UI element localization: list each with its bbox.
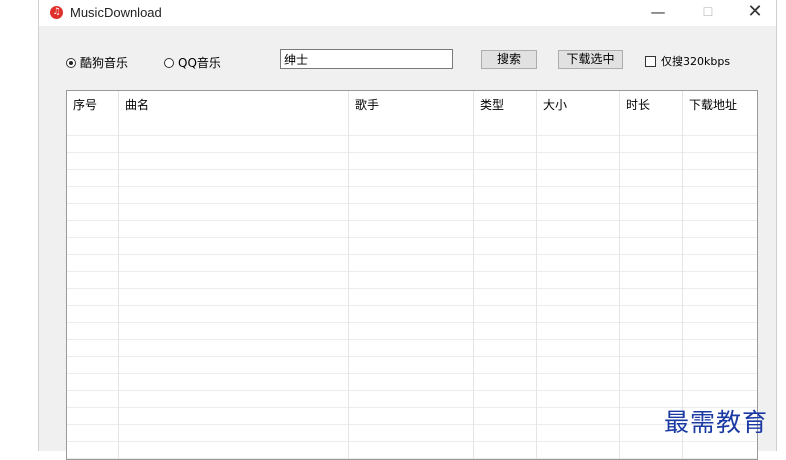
column-header-type[interactable]: 类型 — [474, 91, 537, 119]
column-header-size[interactable]: 大小 — [537, 91, 620, 119]
table-header: 序号 曲名 歌手 类型 大小 时长 下载地址 — [67, 91, 757, 119]
column-header-index[interactable]: 序号 — [67, 91, 119, 119]
kugou-radio[interactable]: 酷狗音乐 — [66, 54, 128, 71]
results-table[interactable]: 序号 曲名 歌手 类型 大小 时长 下载地址 — [66, 90, 758, 460]
radio-dot-icon — [66, 57, 76, 68]
maximize-button[interactable]: ☐ — [685, 0, 731, 26]
search-button[interactable]: 搜索 — [481, 50, 537, 69]
app-window: ♫ MusicDownload — ☐ ✕ 酷狗音乐 QQ音乐 搜索 下载选中 … — [38, 0, 777, 460]
close-button[interactable]: ✕ — [732, 0, 778, 26]
column-header-song[interactable]: 曲名 — [119, 91, 349, 119]
kugou-radio-label: 酷狗音乐 — [80, 56, 129, 70]
table-body — [67, 119, 757, 459]
qq-radio[interactable]: QQ音乐 — [164, 54, 221, 71]
music-app-icon: ♫ — [50, 6, 63, 19]
title-bar: ♫ MusicDownload — ☐ ✕ — [39, 0, 776, 26]
download-selected-button[interactable]: 下载选中 — [558, 50, 623, 69]
search-input[interactable] — [280, 49, 453, 69]
minimize-button[interactable]: — — [635, 0, 681, 26]
column-grid — [67, 119, 757, 459]
column-header-download-url[interactable]: 下载地址 — [683, 91, 757, 119]
checkbox-icon — [645, 55, 656, 67]
only-320kbps-label: 仅搜320kbps — [661, 55, 731, 68]
window-title: MusicDownload — [70, 5, 162, 20]
radio-dot-icon — [164, 57, 174, 68]
column-header-duration[interactable]: 时长 — [620, 91, 683, 119]
only-320kbps-checkbox[interactable]: 仅搜320kbps — [645, 53, 730, 69]
column-header-artist[interactable]: 歌手 — [349, 91, 474, 119]
watermark-text: 最需教育 — [664, 408, 769, 437]
qq-radio-label: QQ音乐 — [178, 56, 221, 70]
